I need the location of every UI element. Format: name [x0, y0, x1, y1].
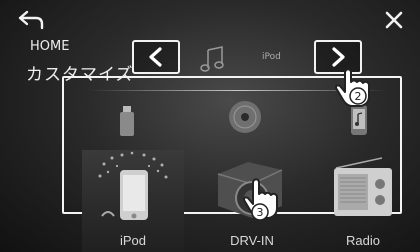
callout-number-3: 3: [257, 206, 264, 219]
close-icon: [385, 11, 403, 29]
source-tile-radio[interactable]: Radio: [326, 150, 400, 252]
hand-pointer-icon: 2: [335, 68, 370, 107]
source-tile-ipod[interactable]: iPod: [82, 150, 184, 252]
home-label: HOME: [30, 39, 70, 54]
customize-screen: HOME カスタマイズ iPod iPod DRV-IN Radio 2 3: [0, 0, 420, 252]
source-label-ipod: iPod: [119, 233, 147, 248]
ipod-source-icon[interactable]: iPod: [262, 52, 281, 62]
source-label-drv-in: DRV-IN: [230, 233, 274, 248]
ipod-icon: [98, 151, 168, 220]
music-note-icon[interactable]: [200, 44, 228, 74]
phone-music-icon[interactable]: [350, 104, 368, 136]
disc-icon[interactable]: [228, 100, 262, 134]
usb-icon[interactable]: [118, 105, 136, 137]
back-button[interactable]: [16, 6, 46, 36]
source-label-radio: Radio: [346, 233, 380, 248]
radio-icon: [334, 157, 392, 216]
hand-pointer-icon: 3: [243, 178, 278, 221]
scroll-left-button[interactable]: [132, 40, 180, 74]
chevron-left-icon: [149, 47, 162, 67]
back-arrow-icon: [18, 10, 44, 30]
close-button[interactable]: [382, 8, 406, 32]
callout-number-2: 2: [355, 90, 362, 103]
